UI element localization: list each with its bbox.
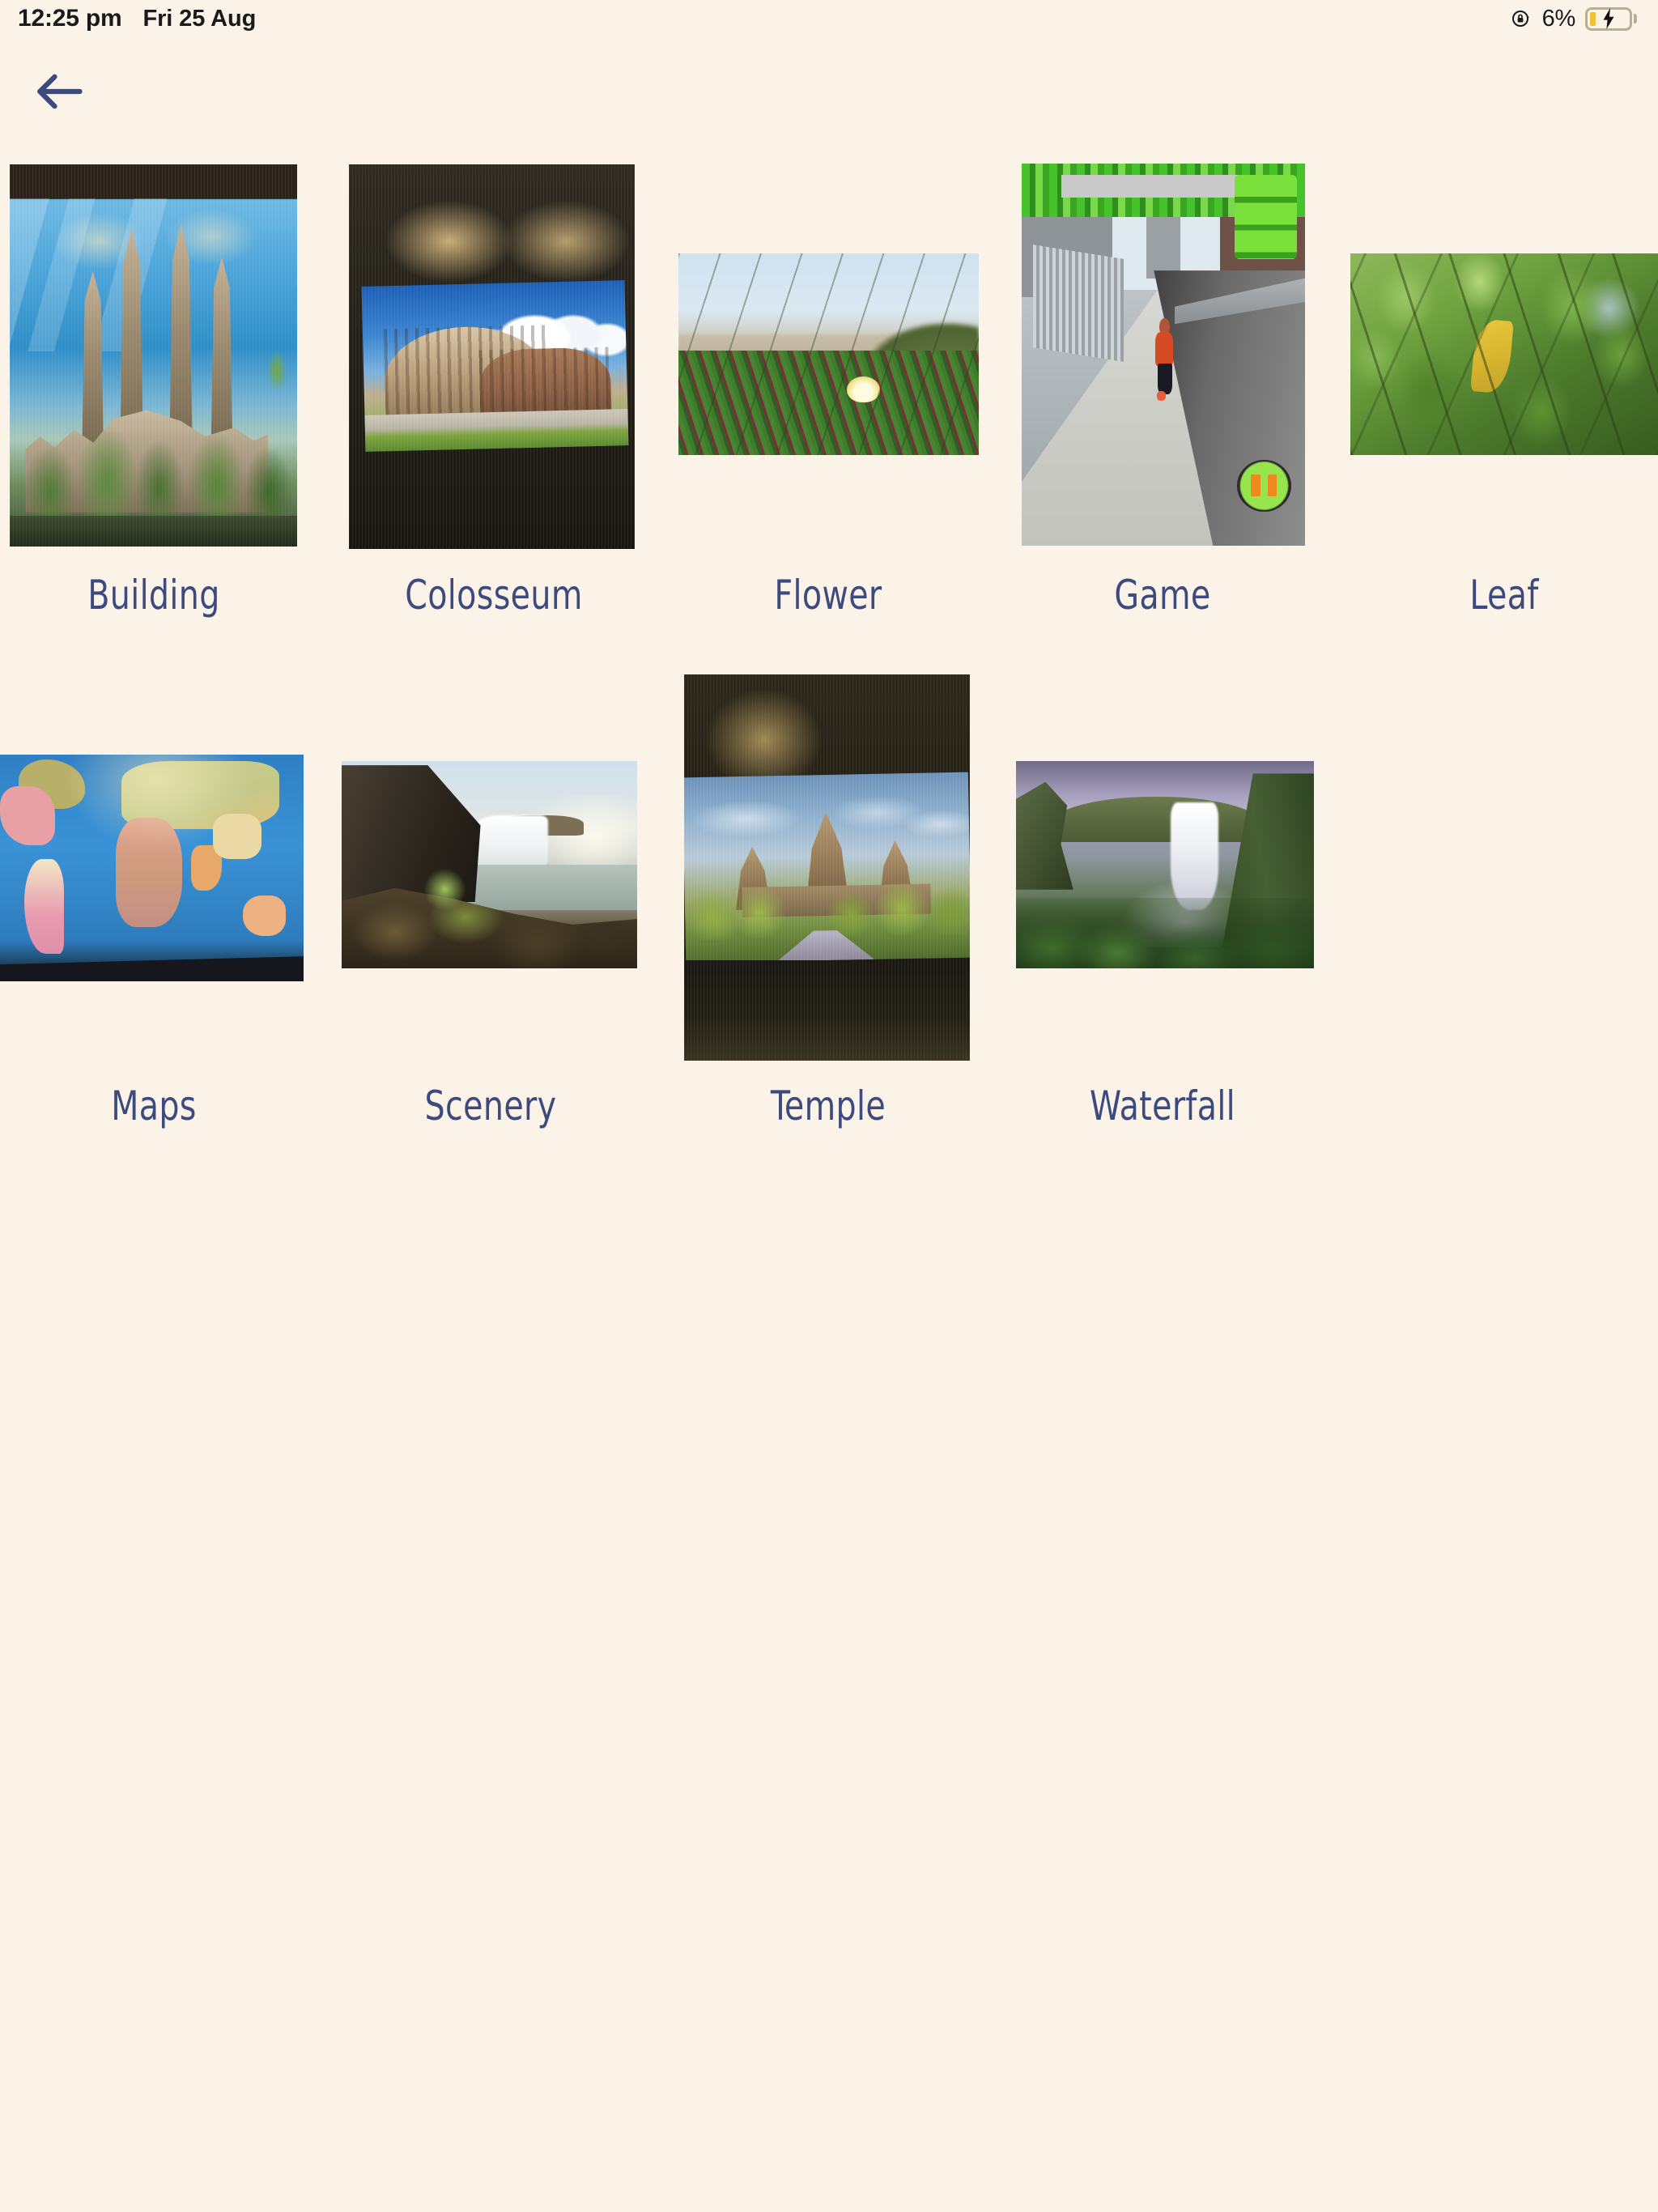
game-pause-icon — [1237, 459, 1291, 512]
album-label-leaf[interactable]: Leaf — [1369, 572, 1639, 619]
album-thumbnail-maps[interactable] — [0, 755, 304, 981]
album-thumbnail-temple[interactable] — [684, 674, 970, 1061]
album-thumbnail-flower[interactable] — [678, 253, 979, 455]
world-map-thumbnail — [0, 755, 304, 981]
album-label-temple[interactable]: Temple — [693, 1083, 963, 1129]
album-label-flower[interactable]: Flower — [693, 572, 963, 619]
album-label-waterfall[interactable]: Waterfall — [1027, 1083, 1298, 1129]
angkor-wat-temple-thumbnail — [684, 674, 970, 1061]
waterfall-scenery-thumbnail — [342, 761, 637, 968]
ice-plant-flower-thumbnail — [678, 253, 979, 455]
colosseum-thumbnail — [349, 164, 635, 549]
endless-runner-game-thumbnail — [1022, 164, 1305, 546]
album-label-scenery[interactable]: Scenery — [355, 1083, 626, 1129]
album-label-maps[interactable]: Maps — [19, 1083, 289, 1129]
yellow-leaf-foliage-thumbnail — [1350, 253, 1658, 455]
album-thumbnail-colosseum[interactable] — [349, 164, 635, 549]
album-thumbnail-waterfall[interactable] — [1016, 761, 1314, 968]
sagrada-familia-thumbnail — [10, 164, 297, 547]
album-label-game[interactable]: Game — [1027, 572, 1298, 619]
album-thumbnail-game[interactable] — [1022, 164, 1305, 546]
skogafoss-waterfall-thumbnail — [1016, 761, 1314, 968]
album-thumbnail-leaf[interactable] — [1350, 253, 1658, 455]
album-thumbnail-scenery[interactable] — [342, 761, 637, 968]
album-label-building[interactable]: Building — [19, 572, 289, 619]
album-grid: Building Colosseum Flower Game Leaf Maps… — [0, 0, 1658, 2212]
album-thumbnail-building[interactable] — [10, 164, 297, 547]
album-label-colosseum[interactable]: Colosseum — [359, 572, 629, 619]
